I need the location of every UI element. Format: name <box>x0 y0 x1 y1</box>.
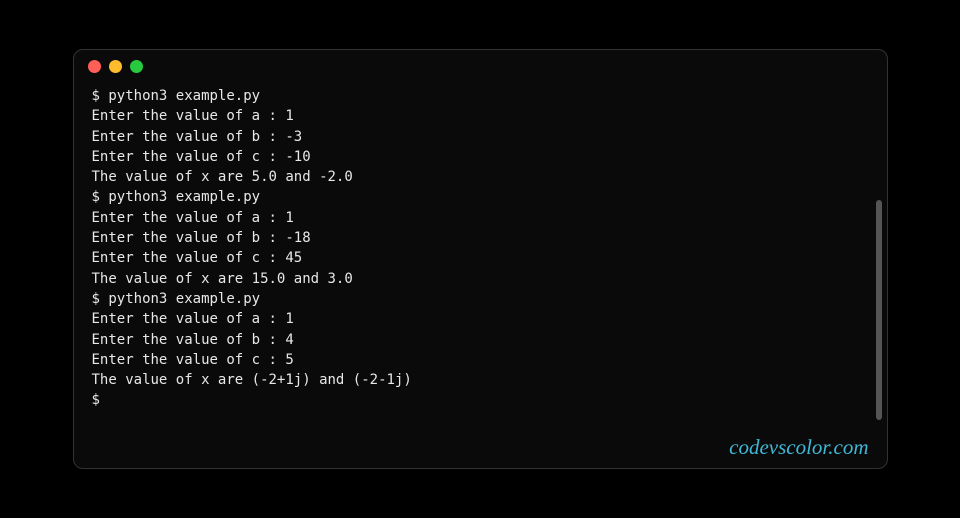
window-titlebar <box>74 50 887 82</box>
minimize-icon[interactable] <box>109 60 122 73</box>
watermark-text: codevscolor.com <box>729 435 868 460</box>
close-icon[interactable] <box>88 60 101 73</box>
terminal-output[interactable]: $ python3 example.py Enter the value of … <box>74 82 887 421</box>
scrollbar-thumb[interactable] <box>876 200 882 420</box>
terminal-window: $ python3 example.py Enter the value of … <box>73 49 888 469</box>
maximize-icon[interactable] <box>130 60 143 73</box>
